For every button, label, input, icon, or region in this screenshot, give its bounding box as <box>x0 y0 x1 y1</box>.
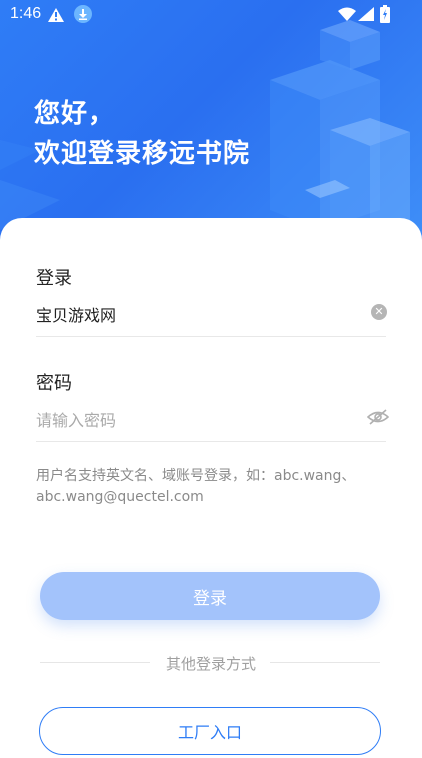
download-icon <box>74 5 92 23</box>
password-input[interactable]: 请输入密码 <box>36 407 116 431</box>
greeting-line-2: 欢迎登录移远书院 <box>34 139 251 169</box>
hero-banner: 1:46 您好， 欢迎登录移远书院 <box>0 0 422 250</box>
greeting: 您好， 欢迎登录移远书院 <box>34 94 250 174</box>
factory-entrance-button[interactable]: 工厂入口 <box>39 707 381 755</box>
username-underline <box>36 336 386 337</box>
password-label: 密码 <box>36 373 72 394</box>
warning-icon <box>48 8 64 22</box>
username-label: 登录 <box>36 268 72 289</box>
eye-hidden-icon[interactable] <box>367 408 389 426</box>
status-time: 1:46 <box>10 5 42 22</box>
login-button[interactable]: 登录 <box>40 572 380 620</box>
wifi-icon <box>338 7 356 21</box>
password-underline <box>36 441 386 442</box>
login-hint: 用户名支持英文名、域账号登录，如：abc.wang、abc.wang@quect… <box>36 468 356 505</box>
status-bar: 1:46 <box>0 0 422 30</box>
signal-icon <box>358 7 374 21</box>
username-input[interactable]: 宝贝游戏网 <box>36 302 116 326</box>
other-login-methods-label: 其他登录方式 <box>165 655 256 673</box>
battery-icon <box>380 5 390 23</box>
clear-icon[interactable]: ✕ <box>371 304 387 320</box>
greeting-line-1: 您好， <box>34 99 116 129</box>
